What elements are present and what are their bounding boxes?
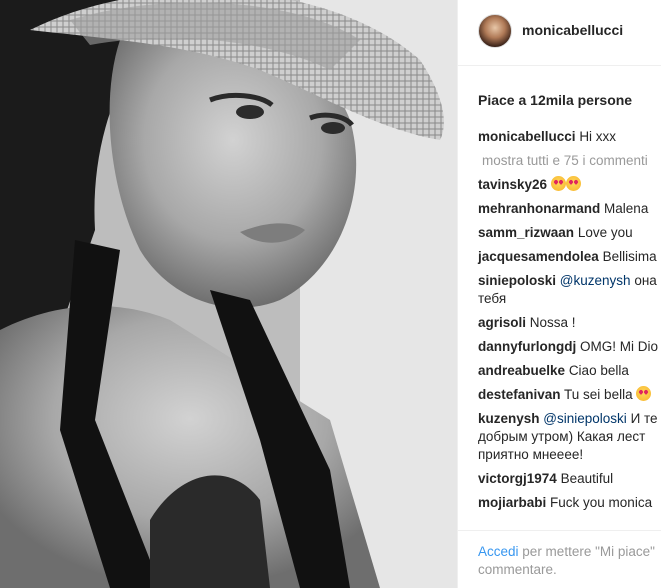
- comment-text-continued: приятно мнееее!: [478, 447, 584, 462]
- comment-username[interactable]: siniepoloski: [478, 273, 556, 288]
- comment-username[interactable]: jacquesamendolea: [478, 249, 599, 264]
- post-photo[interactable]: [0, 0, 457, 588]
- comments-list: monicabellucci Hi xxx mostra tutti e 75 …: [478, 128, 661, 518]
- comment-text: И те: [630, 411, 658, 426]
- comment-username[interactable]: mojiarbabi: [478, 495, 546, 510]
- comment-text-continued: добрым утром) Какая лест: [478, 429, 646, 444]
- comment-mention[interactable]: @siniepoloski: [543, 411, 627, 426]
- caption: monicabellucci Hi xxx: [478, 128, 661, 146]
- comment-text: Bellisima: [602, 249, 657, 264]
- list-item: kuzenysh @siniepoloski И те добрым утром…: [478, 410, 661, 464]
- comment-username[interactable]: andreabuelke: [478, 363, 565, 378]
- list-item: agrisoli Nossa !: [478, 314, 661, 332]
- comment-text: Tu sei bella: [564, 387, 633, 402]
- post-username[interactable]: monicabellucci: [522, 22, 623, 38]
- list-item: samm_rizwaan Love you: [478, 224, 661, 242]
- post-header: monicabellucci: [458, 0, 661, 66]
- comment-username[interactable]: tavinsky26: [478, 177, 547, 192]
- comment-text: Hi xxx: [579, 129, 617, 144]
- comment-username[interactable]: dannyfurlongdj: [478, 339, 576, 354]
- list-item: destefanivan Tu sei bella: [478, 386, 661, 404]
- comment-text: Nossa !: [529, 315, 576, 330]
- list-item: victorgj1974 Beautiful: [478, 470, 661, 488]
- list-item: mojiarbabi Fuck you monica: [478, 494, 661, 512]
- comment-username[interactable]: samm_rizwaan: [478, 225, 574, 240]
- avatar[interactable]: [478, 14, 512, 48]
- heart-eyes-emoji-icon: [565, 176, 581, 191]
- post-sidebar: monicabellucci Piace a 12mila persone mo…: [457, 0, 661, 588]
- list-item: dannyfurlongdj OMG! Mi Dio: [478, 338, 661, 356]
- comment-username[interactable]: victorgj1974: [478, 471, 557, 486]
- comment-username[interactable]: destefanivan: [478, 387, 561, 402]
- comment-username[interactable]: kuzenysh: [478, 411, 540, 426]
- portrait-illustration: [0, 0, 457, 588]
- comment-text-continued: тебя: [478, 291, 507, 306]
- login-text-continued: commentare.: [478, 562, 557, 577]
- comment-username[interactable]: mehranhonarmand: [478, 201, 600, 216]
- list-item: andreabuelke Ciao bella: [478, 362, 661, 380]
- instagram-post: monicabellucci Piace a 12mila persone mo…: [0, 0, 661, 588]
- heart-eyes-emoji-icon: [550, 176, 566, 191]
- show-all-comments-link[interactable]: mostra tutti e 75 i commenti: [478, 152, 661, 170]
- login-prompt: Accedi per mettere "Mi piace" commentare…: [458, 530, 661, 588]
- comment-text: Fuck you monica: [550, 495, 653, 510]
- comment-username[interactable]: agrisoli: [478, 315, 526, 330]
- comment-text: OMG! Mi Dio: [580, 339, 659, 354]
- comment-text: Ciao bella: [568, 363, 629, 378]
- login-link[interactable]: Accedi: [478, 544, 519, 559]
- list-item: mehranhonarmand Malena: [478, 200, 661, 218]
- list-item: jacquesamendolea Bellisima: [478, 248, 661, 266]
- comment-text: Beautiful: [560, 471, 614, 486]
- comment-text: она: [634, 273, 657, 288]
- comment-text: Love you: [577, 225, 633, 240]
- comment-username[interactable]: monicabellucci: [478, 129, 576, 144]
- list-item: siniepoloski @kuzenysh она тебя: [478, 272, 661, 308]
- login-text-block: Accedi per mettere "Mi piace" commentare…: [478, 543, 661, 579]
- comment-text: Malena: [604, 201, 649, 216]
- comment-mention[interactable]: @kuzenysh: [560, 273, 631, 288]
- kiss-emoji-icon: [636, 386, 652, 401]
- likes-count[interactable]: Piace a 12mila persone: [478, 92, 632, 108]
- login-text: per mettere "Mi piace": [522, 544, 655, 559]
- list-item: tavinsky26: [478, 176, 661, 194]
